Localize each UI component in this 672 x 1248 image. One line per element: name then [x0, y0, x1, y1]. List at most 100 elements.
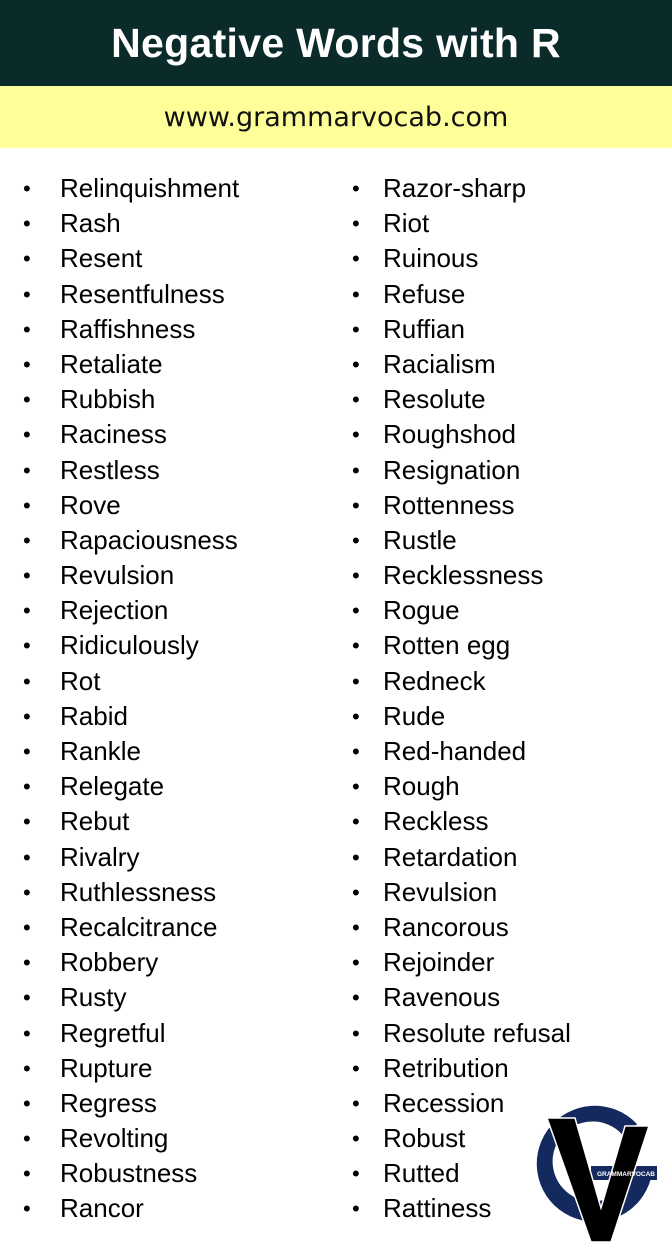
word-text: Ruinous: [383, 243, 479, 274]
word-text: Rubbish: [60, 384, 156, 415]
word-text: Retribution: [383, 1052, 509, 1083]
word-text: Revolting: [60, 1123, 169, 1154]
word-text: Regretful: [60, 1017, 166, 1048]
word-text: Relegate: [60, 771, 165, 802]
word-list-right-item: • Reckless: [336, 804, 672, 839]
word-list-right-item: • Rustle: [336, 523, 672, 558]
bullet-icon: •: [23, 246, 31, 272]
word-list-left-item: • Revolting: [0, 1121, 336, 1156]
word-text: Rottenness: [383, 489, 515, 520]
word-text: Robustness: [60, 1158, 198, 1189]
word-text: Rupture: [60, 1052, 153, 1083]
title-header: Negative Words with R: [0, 0, 672, 86]
word-list-left-item: • Relinquishment: [0, 171, 336, 206]
word-text: Red-handed: [383, 736, 527, 766]
word-text: Ridiculously: [60, 630, 199, 661]
word-list-left-item: • Rejection: [0, 593, 336, 628]
word-list-right: • Razor-sharp • Riot • Ruinous • Refuse • Ruffian…: [336, 171, 672, 1227]
bullet-icon: •: [23, 985, 31, 1011]
word-list-right-item: • Retardation: [336, 840, 672, 875]
word-text: Rot: [60, 665, 101, 696]
bullet-icon: •: [352, 527, 360, 553]
bullet-icon: •: [23, 598, 31, 624]
bullet-icon: •: [23, 774, 31, 800]
word-text: Rivalry: [60, 841, 140, 872]
word-text: Refuse: [383, 278, 466, 309]
word-list-left-item: • Rapaciousness: [0, 523, 336, 558]
bullet-icon: •: [23, 1090, 31, 1116]
bullet-icon: •: [23, 176, 31, 201]
word-text: Regress: [60, 1087, 157, 1118]
bullet-icon: •: [23, 1020, 31, 1046]
bullet-icon: •: [23, 457, 31, 483]
word-list-left-item: • Rusty: [0, 980, 336, 1015]
page-title: Negative Words with R: [111, 19, 561, 66]
word-text: Rebut: [60, 806, 130, 837]
word-list-left-item: • Rancor: [0, 1191, 336, 1226]
word-text: Resignation: [383, 454, 521, 485]
word-text: Rancor: [60, 1193, 144, 1224]
word-list-right-item: • Rottenness: [336, 488, 672, 523]
word-text: Riot: [383, 208, 430, 239]
word-text: Rutted: [383, 1158, 460, 1189]
bullet-icon: •: [352, 1196, 360, 1222]
bullet-icon: •: [23, 527, 31, 553]
bullet-icon: •: [352, 668, 360, 694]
bullet-icon: •: [23, 844, 31, 870]
word-list-right-item: • Ravenous: [336, 980, 672, 1015]
bullet-icon: •: [352, 633, 360, 659]
bullet-icon: •: [352, 950, 360, 976]
word-list-left-item: • Regress: [0, 1086, 336, 1121]
word-text: Rotten egg: [383, 630, 511, 661]
bullet-icon: •: [23, 316, 31, 342]
bullet-icon: •: [352, 809, 360, 835]
bullet-icon: •: [23, 422, 31, 448]
word-list-right-item: • Refuse: [336, 277, 672, 312]
word-text: Robbery: [60, 947, 159, 978]
word-text: Resentfulness: [60, 278, 225, 309]
word-text: Relinquishment: [60, 173, 240, 203]
bullet-icon: •: [352, 703, 360, 729]
bullet-icon: •: [23, 211, 31, 237]
bullet-icon: •: [23, 351, 31, 377]
word-text: Recklessness: [383, 560, 544, 591]
word-text: Redneck: [383, 665, 486, 696]
word-list-right-item: • Razor-sharp: [336, 171, 672, 206]
bullet-icon: •: [352, 457, 360, 483]
bullet-icon: •: [352, 985, 360, 1011]
word-list-left-item: • Raciness: [0, 417, 336, 452]
word-text: Razor-sharp: [383, 173, 527, 203]
word-list-right-item: • Retribution: [336, 1051, 672, 1086]
word-list-left-item: • Robbery: [0, 945, 336, 980]
word-text: Ravenous: [383, 982, 501, 1013]
word-list-left-item: • Rabid: [0, 699, 336, 734]
word-list-left-item: • Ruthlessness: [0, 875, 336, 910]
bullet-icon: •: [23, 703, 31, 729]
word-list-left-item: • Rove: [0, 488, 336, 523]
word-text: Ruthlessness: [60, 876, 217, 907]
word-list-right-item: • Rotten egg: [336, 628, 672, 663]
bullet-icon: •: [23, 950, 31, 976]
word-text: Roughshod: [383, 419, 516, 450]
word-text: Rusty: [60, 982, 127, 1013]
bullet-icon: •: [23, 1126, 31, 1152]
word-text: Rejection: [60, 595, 169, 626]
bullet-icon: •: [352, 879, 360, 905]
word-list-right-item: • Roughshod: [336, 417, 672, 452]
bullet-icon: •: [352, 563, 360, 589]
word-text: Resent: [60, 243, 143, 274]
word-list-right-item: • Rancorous: [336, 910, 672, 945]
word-list-left-item: • Raffishness: [0, 312, 336, 347]
word-list-right-item: • Rejoinder: [336, 945, 672, 980]
word-text: Rash: [60, 208, 121, 239]
bullet-icon: •: [352, 774, 360, 800]
word-text: Resolute refusal: [383, 1017, 571, 1048]
word-text: Reckless: [383, 806, 489, 837]
word-list-right-item: • Redneck: [336, 664, 672, 699]
bullet-icon: •: [352, 211, 360, 237]
bullet-icon: •: [23, 1196, 31, 1222]
bullet-icon: •: [23, 633, 31, 659]
word-text: Revulsion: [60, 560, 175, 591]
bullet-icon: •: [352, 246, 360, 272]
word-text: Rejoinder: [383, 947, 495, 978]
